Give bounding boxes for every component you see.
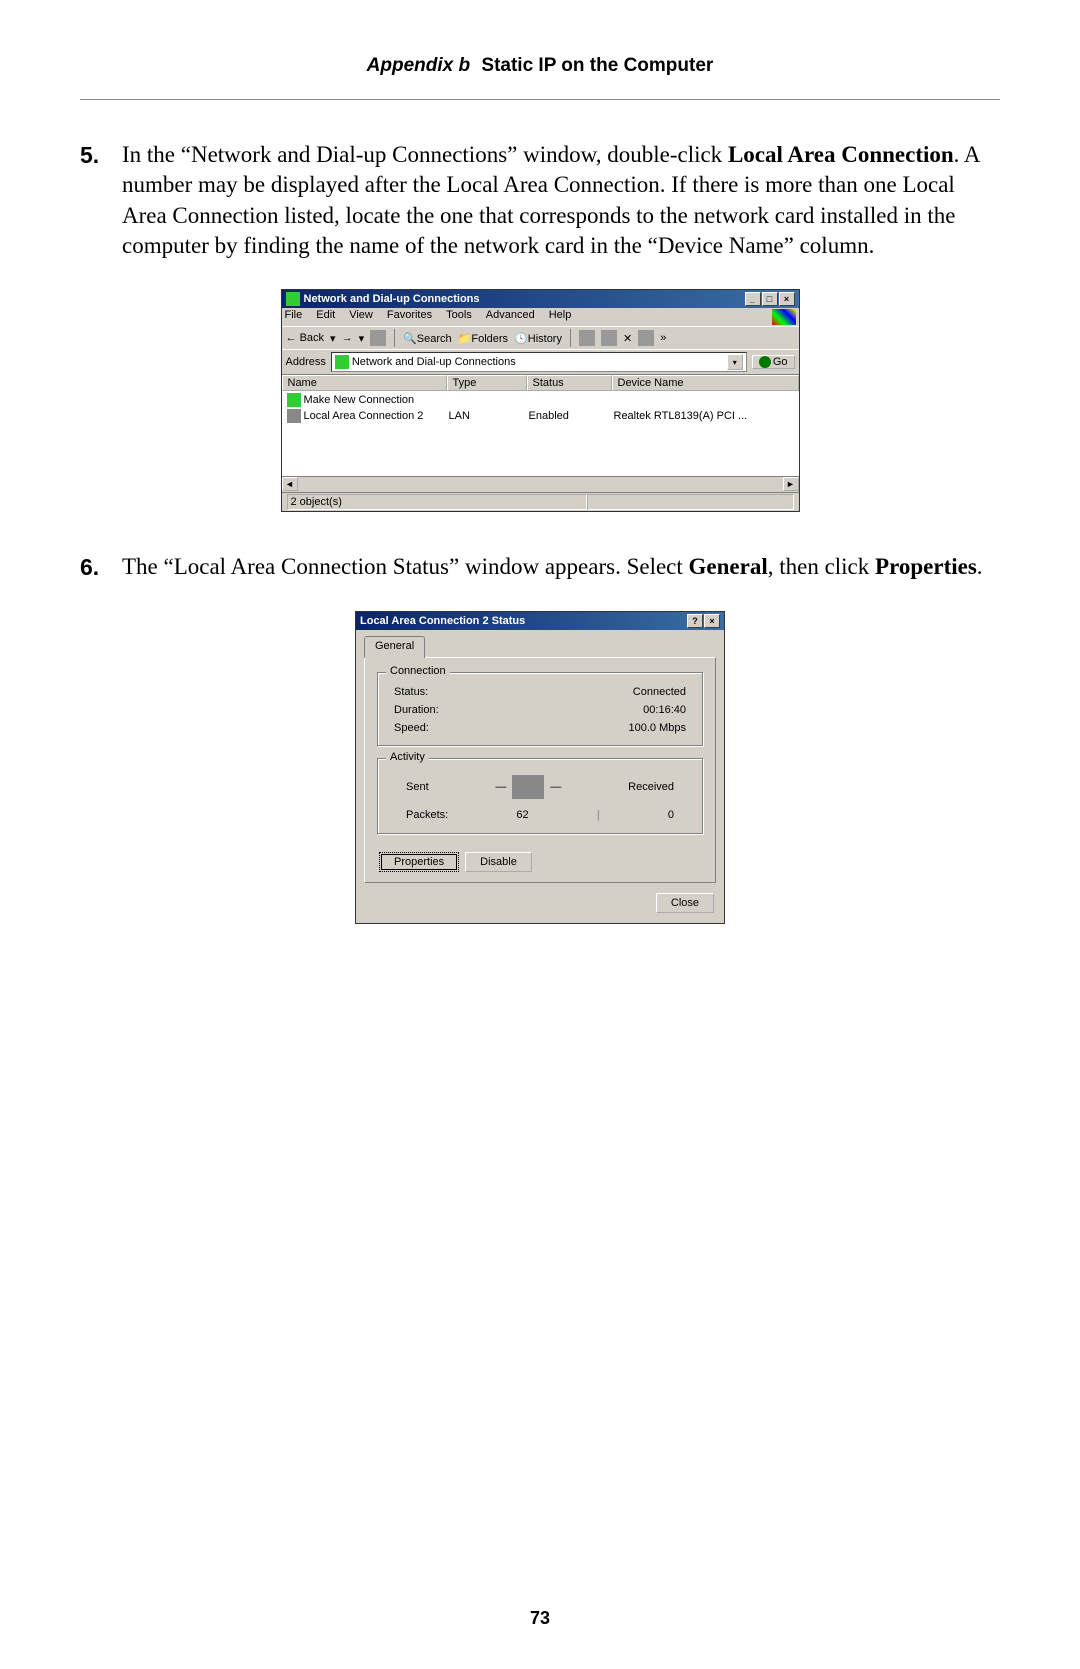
tool-icon[interactable] [579, 330, 595, 346]
step-5: 5. In the “Network and Dial-up Connectio… [80, 140, 1000, 261]
col-status[interactable]: Status [527, 375, 612, 391]
computers-icon [512, 775, 544, 799]
lan-icon [287, 409, 301, 423]
delete-icon[interactable]: ✕ [623, 332, 632, 345]
forward-dropdown-icon[interactable]: ▾ [359, 332, 365, 345]
menu-view[interactable]: View [349, 309, 373, 325]
windows-logo-icon [772, 309, 796, 325]
minimize-button[interactable]: _ [745, 292, 761, 306]
tab-general[interactable]: General [364, 636, 425, 658]
status-pane [587, 494, 794, 510]
list-body[interactable]: Make New Connection Local Area Connectio… [282, 391, 799, 476]
folders-button[interactable]: 📁Folders [458, 332, 508, 345]
menu-advanced[interactable]: Advanced [486, 309, 535, 325]
step-body: The “Local Area Connection Status” windo… [122, 552, 1000, 582]
step-list: 5. In the “Network and Dial-up Connectio… [80, 140, 1000, 924]
close-button[interactable]: × [704, 614, 720, 628]
appendix-label: Appendix b [367, 55, 470, 76]
sent-label: Sent [406, 781, 429, 793]
back-dropdown-icon[interactable]: ▾ [330, 332, 336, 345]
status-text: 2 object(s) [287, 494, 587, 510]
field-value: Connected [633, 686, 686, 698]
group-title: Connection [386, 665, 450, 677]
window-titlebar[interactable]: Local Area Connection 2 Status ? × [356, 612, 724, 630]
toolbar-overflow[interactable]: » [660, 332, 666, 344]
history-button[interactable]: 🕓History [514, 332, 562, 345]
menu-help[interactable]: Help [549, 309, 572, 325]
speed-row: Speed: 100.0 Mbps [388, 719, 692, 737]
page-header: Appendix b Static IP on the Computer [80, 55, 1000, 100]
packets-sent: 62 [516, 809, 528, 821]
new-connection-icon [287, 393, 301, 407]
maximize-button[interactable]: □ [762, 292, 778, 306]
window-icon [286, 292, 300, 306]
screenshot-connection-status: Local Area Connection 2 Status ? × Gener… [355, 611, 725, 924]
tool-icon[interactable] [638, 330, 654, 346]
column-headers[interactable]: Name Type Status Device Name [282, 374, 799, 391]
page-number: 73 [0, 1608, 1080, 1629]
field-label: Duration: [394, 704, 439, 716]
step-number: 6. [80, 552, 122, 582]
group-title: Activity [386, 751, 429, 763]
address-value: Network and Dial-up Connections [352, 356, 516, 368]
menu-tools[interactable]: Tools [446, 309, 472, 325]
tool-icon[interactable] [601, 330, 617, 346]
h-scrollbar[interactable]: ◄ ► [282, 476, 799, 492]
col-name[interactable]: Name [282, 375, 447, 391]
activity-group: Activity Sent — — Received Packets: 62 |… [377, 758, 703, 834]
address-label: Address [286, 356, 326, 368]
up-icon[interactable] [370, 330, 386, 346]
dropdown-icon[interactable]: ▾ [727, 354, 743, 370]
scroll-left-icon[interactable]: ◄ [282, 477, 298, 491]
menu-favorites[interactable]: Favorites [387, 309, 432, 325]
packets-label: Packets: [406, 809, 448, 821]
close-button[interactable]: × [779, 292, 795, 306]
col-device[interactable]: Device Name [612, 375, 799, 391]
properties-button[interactable]: Properties [379, 852, 459, 872]
menu-file[interactable]: File [285, 309, 303, 325]
list-item[interactable]: Local Area Connection 2 LAN Enabled Real… [282, 408, 799, 424]
address-input[interactable]: Network and Dial-up Connections ▾ [331, 352, 747, 372]
window-title: Local Area Connection 2 Status [360, 615, 687, 627]
list-item[interactable]: Make New Connection [282, 392, 799, 408]
close-button[interactable]: Close [656, 893, 714, 913]
addressbar: Address Network and Dial-up Connections … [282, 349, 799, 374]
back-button[interactable]: ← Back [286, 332, 325, 344]
scroll-right-icon[interactable]: ► [783, 477, 799, 491]
status-row: Status: Connected [388, 683, 692, 701]
field-value: 00:16:40 [643, 704, 686, 716]
search-button[interactable]: 🔍Search [403, 332, 452, 345]
tab-panel: Connection Status: Connected Duration: 0… [364, 657, 716, 883]
step-6: 6. The “Local Area Connection Status” wi… [80, 552, 1000, 582]
connection-group: Connection Status: Connected Duration: 0… [377, 672, 703, 746]
field-label: Speed: [394, 722, 429, 734]
menu-edit[interactable]: Edit [316, 309, 335, 325]
header-title: Static IP on the Computer [481, 55, 713, 76]
field-value: 100.0 Mbps [629, 722, 686, 734]
tabstrip: General [364, 635, 716, 657]
screenshot-network-connections: Network and Dial-up Connections _ □ × Fi… [281, 289, 800, 512]
window-titlebar[interactable]: Network and Dial-up Connections _ □ × [282, 290, 799, 308]
received-label: Received [628, 781, 674, 793]
field-label: Status: [394, 686, 428, 698]
toolbar: ← Back ▾ → ▾ 🔍Search 📁Folders 🕓History ✕… [282, 326, 799, 349]
packets-received: 0 [668, 809, 674, 821]
window-title: Network and Dial-up Connections [304, 293, 745, 305]
duration-row: Duration: 00:16:40 [388, 701, 692, 719]
go-icon [759, 356, 771, 368]
folder-icon [335, 355, 349, 369]
col-type[interactable]: Type [447, 375, 527, 391]
statusbar: 2 object(s) [282, 492, 799, 511]
step-number: 5. [80, 140, 122, 261]
disable-button[interactable]: Disable [465, 852, 532, 872]
forward-button[interactable]: → [342, 332, 353, 344]
help-button[interactable]: ? [687, 614, 703, 628]
menubar: File Edit View Favorites Tools Advanced … [282, 308, 799, 326]
go-button[interactable]: Go [752, 355, 795, 369]
step-body: In the “Network and Dial-up Connections”… [122, 140, 1000, 261]
